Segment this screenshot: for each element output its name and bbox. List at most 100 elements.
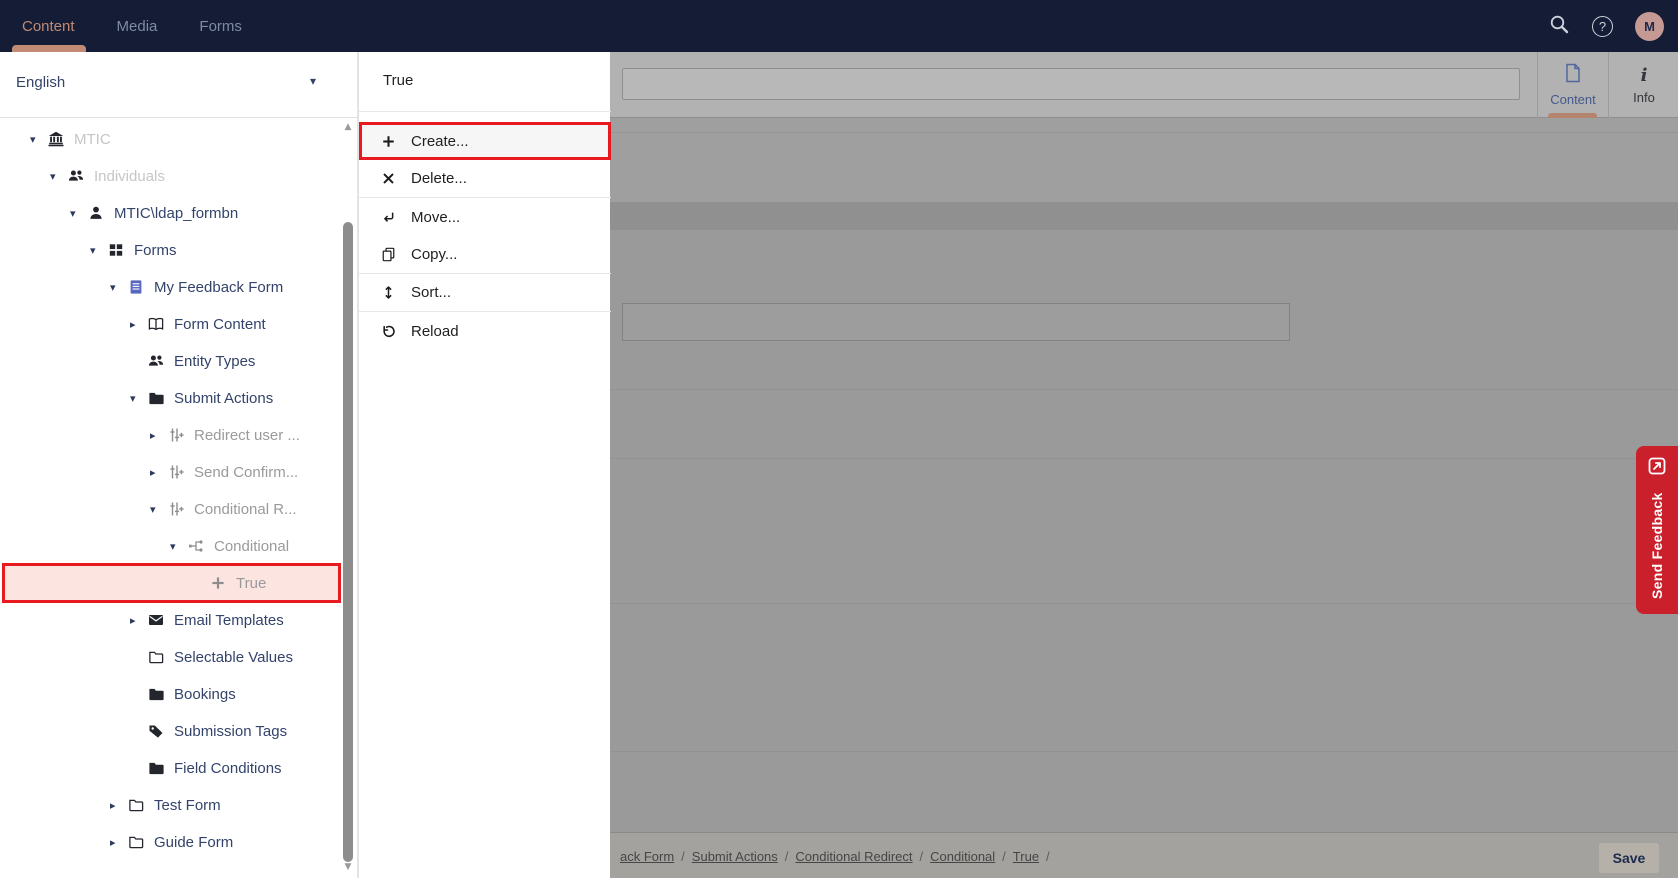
dimmed-divider bbox=[610, 751, 1678, 752]
tree-item-mtic[interactable]: ▾ MTIC bbox=[0, 121, 343, 157]
send-feedback-button[interactable]: Send Feedback bbox=[1636, 446, 1678, 614]
tree-item-label: Bookings bbox=[174, 685, 236, 703]
dimmed-row bbox=[610, 118, 1678, 202]
tree-item-my-feedback-form[interactable]: ▾ My Feedback Form bbox=[0, 269, 343, 305]
grid-icon bbox=[108, 242, 128, 258]
tab-info[interactable]: i Info bbox=[1609, 52, 1678, 118]
menu-item-create[interactable]: Create... bbox=[359, 122, 611, 160]
caret-down-icon[interactable]: ▾ bbox=[110, 281, 128, 294]
folder-outline-icon bbox=[148, 649, 168, 665]
breadcrumb-link-ack-form[interactable]: ack Form bbox=[620, 849, 674, 864]
caret-down-icon[interactable]: ▾ bbox=[50, 170, 68, 183]
menu-item-copy[interactable]: Copy... bbox=[359, 236, 611, 274]
tree-item-guide-form[interactable]: ▸ Guide Form bbox=[0, 824, 343, 860]
document-icon bbox=[1564, 63, 1582, 88]
save-button[interactable]: Save bbox=[1599, 843, 1659, 873]
tree-item-true[interactable]: True bbox=[2, 563, 341, 603]
breadcrumb-separator: / bbox=[784, 848, 789, 864]
dimmed-input bbox=[622, 303, 1290, 341]
caret-right-icon[interactable]: ▸ bbox=[150, 429, 168, 442]
tree-item-label: My Feedback Form bbox=[154, 278, 284, 296]
tree-item-label: Test Form bbox=[154, 796, 221, 814]
tree-item-bookings[interactable]: Bookings bbox=[0, 676, 343, 712]
menu-item-sort[interactable]: Sort... bbox=[359, 274, 611, 312]
breadcrumb-link-submit-actions[interactable]: Submit Actions bbox=[692, 849, 778, 864]
tree-item-label: Selectable Values bbox=[174, 648, 293, 666]
breadcrumb-separator: / bbox=[1046, 848, 1050, 864]
dimmed-divider bbox=[610, 603, 1678, 604]
menu-item-label: Sort... bbox=[411, 284, 452, 301]
nav-tab-content[interactable]: Content bbox=[22, 18, 75, 35]
tree-item-conditional[interactable]: ▾ Conditional bbox=[0, 528, 343, 564]
caret-right-icon[interactable]: ▸ bbox=[110, 836, 128, 849]
menu-item-label: Move... bbox=[411, 208, 461, 226]
caret-right-icon[interactable]: ▸ bbox=[150, 466, 168, 479]
breadcrumb-link-conditional[interactable]: Conditional bbox=[930, 849, 995, 864]
caret-down-icon[interactable]: ▾ bbox=[170, 540, 188, 553]
nav-tab-media[interactable]: Media bbox=[117, 18, 158, 35]
tree-item-entity-types[interactable]: Entity Types bbox=[0, 343, 343, 379]
dimmed-main-content: Content i Info bbox=[610, 52, 1678, 878]
dimmed-divider bbox=[610, 389, 1678, 390]
doc-icon bbox=[128, 279, 148, 295]
tag-icon bbox=[148, 723, 168, 739]
user-icon bbox=[88, 205, 108, 221]
caret-down-icon[interactable]: ▾ bbox=[70, 207, 88, 220]
tree-item-email-templates[interactable]: ▸ Email Templates bbox=[0, 602, 343, 638]
search-icon[interactable] bbox=[1548, 13, 1570, 40]
plus-icon bbox=[381, 134, 399, 149]
tree-item-label: Conditional bbox=[214, 537, 290, 555]
tree-item-submission-tags[interactable]: Submission Tags bbox=[0, 713, 343, 749]
tree-sidebar: English ▾ ▾ MTIC ▾ Individuals ▾ MTIC\ldap_fo… bbox=[0, 52, 358, 878]
scrollbar-thumb[interactable] bbox=[343, 222, 353, 862]
tree-item-conditional-r[interactable]: ▾ Conditional R... bbox=[0, 491, 343, 527]
tree-item-send-confirm[interactable]: ▸ Send Confirm... bbox=[0, 454, 343, 490]
folder-icon bbox=[148, 390, 168, 406]
tree-item-individuals[interactable]: ▾ Individuals bbox=[0, 158, 343, 194]
dimmed-divider bbox=[610, 132, 1678, 133]
tree-item-redirect-user[interactable]: ▸ Redirect user ... bbox=[0, 417, 343, 453]
tree-item-form-content[interactable]: ▸ Form Content bbox=[0, 306, 343, 342]
caret-down-icon[interactable]: ▾ bbox=[30, 133, 48, 146]
nav-tab-forms[interactable]: Forms bbox=[199, 18, 242, 35]
folder-icon bbox=[148, 760, 168, 776]
tree-item-label: Individuals bbox=[94, 167, 165, 185]
caret-down-icon[interactable]: ▾ bbox=[130, 392, 148, 405]
folder-outline-icon bbox=[128, 797, 148, 813]
app-root: Content i Info ack Form / Submit Actions / C… bbox=[0, 0, 1678, 878]
tree-item-test-form[interactable]: ▸ Test Form bbox=[0, 787, 343, 823]
tree-item-submit-actions[interactable]: ▾ Submit Actions bbox=[0, 380, 343, 416]
avatar[interactable]: M bbox=[1635, 11, 1664, 41]
caret-down-icon[interactable]: ▾ bbox=[90, 244, 108, 257]
tree-item-selectable-values[interactable]: Selectable Values bbox=[0, 639, 343, 675]
caret-right-icon[interactable]: ▸ bbox=[110, 799, 128, 812]
breadcrumb-link-conditional-redirect[interactable]: Conditional Redirect bbox=[795, 849, 912, 864]
users-icon bbox=[148, 353, 168, 369]
caret-right-icon[interactable]: ▸ bbox=[130, 318, 148, 331]
context-menu-items: Create... Delete... Move... Copy... Sort... R… bbox=[359, 122, 611, 350]
cross-icon bbox=[381, 171, 399, 186]
caret-down-icon[interactable]: ▾ bbox=[150, 503, 168, 516]
scrollbar-up-arrow[interactable]: ▲ bbox=[342, 122, 354, 132]
help-icon[interactable]: ? bbox=[1592, 15, 1613, 37]
tree-item-field-conditions[interactable]: Field Conditions bbox=[0, 750, 343, 786]
send-icon bbox=[1647, 456, 1667, 481]
language-select[interactable]: English ▾ bbox=[0, 52, 358, 118]
tab-content[interactable]: Content bbox=[1538, 52, 1608, 118]
tab-content-label: Content bbox=[1550, 92, 1596, 107]
tree-item-label: Forms bbox=[134, 241, 177, 259]
tree-item-label: Field Conditions bbox=[174, 759, 282, 777]
tree-item-mtic-ldap-formbn[interactable]: ▾ MTIC\ldap_formbn bbox=[0, 195, 343, 231]
caret-right-icon[interactable]: ▸ bbox=[130, 614, 148, 627]
sort-icon bbox=[381, 285, 399, 300]
menu-item-delete[interactable]: Delete... bbox=[359, 160, 611, 198]
footer-bar: ack Form / Submit Actions / Conditional Redi… bbox=[610, 832, 1678, 878]
scrollbar-down-arrow[interactable]: ▼ bbox=[342, 862, 354, 872]
menu-item-reload[interactable]: Reload bbox=[359, 312, 611, 350]
dimmed-section-header bbox=[610, 202, 1678, 230]
breadcrumb-link-true[interactable]: True bbox=[1013, 849, 1039, 864]
menu-item-move[interactable]: Move... bbox=[359, 198, 611, 236]
tree-item-label: MTIC\ldap_formbn bbox=[114, 204, 239, 222]
tree-item-forms[interactable]: ▾ Forms bbox=[0, 232, 343, 268]
sliders-icon bbox=[168, 501, 188, 517]
